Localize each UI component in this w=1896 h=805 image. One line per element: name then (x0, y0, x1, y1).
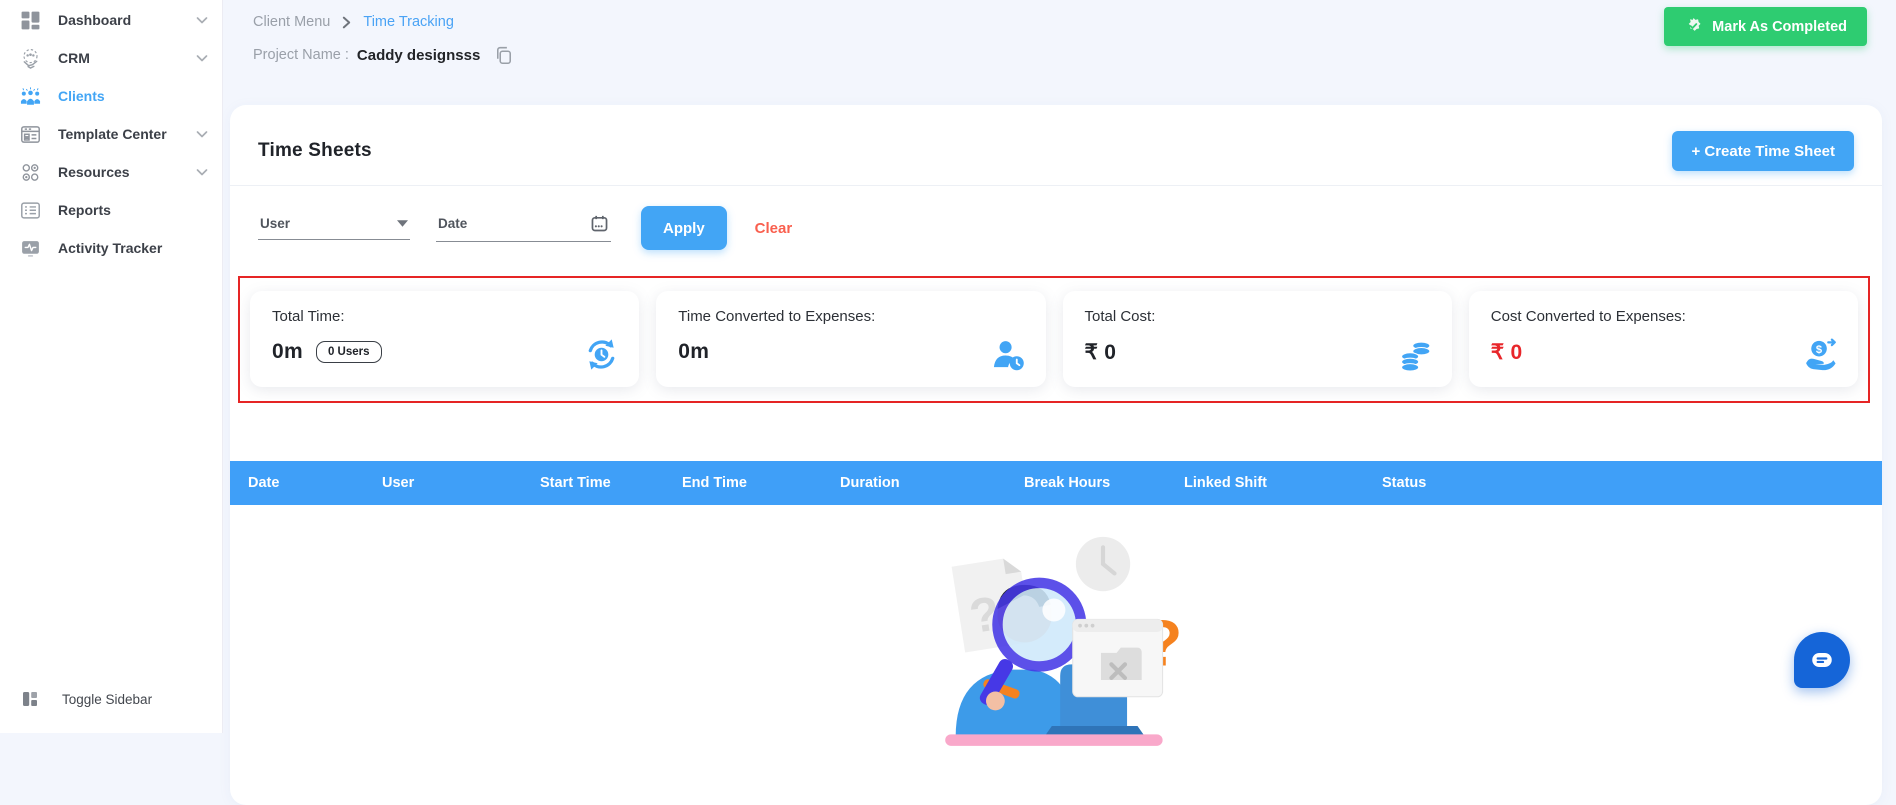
activity-tracker-icon (20, 238, 41, 259)
table-column-header: User (382, 475, 415, 491)
chevron-down-icon (196, 130, 208, 139)
breadcrumb-parent[interactable]: Client Menu (253, 14, 330, 30)
sidebar-item-label: Dashboard (58, 12, 132, 28)
table-column-header: Status (1382, 475, 1427, 491)
chat-icon (1809, 647, 1835, 673)
stat-value: ₹ 0 (1490, 341, 1523, 364)
table-column-header: Start Time (540, 475, 611, 491)
sidebar-item[interactable]: Activity Tracker (0, 229, 222, 267)
sidebar-item-label: Activity Tracker (58, 240, 163, 256)
stats-highlight-group: Total Time: 0m 0 Users Time Converted to… (238, 276, 1870, 403)
top-header: Client Menu Time Tracking Project Name :… (223, 0, 1896, 105)
sidebar-item-label: Reports (58, 202, 111, 218)
sidebar-item-label: Resources (58, 164, 130, 180)
svg-text:$: $ (1816, 344, 1823, 356)
sync-clock-icon (584, 337, 619, 372)
sidebar-item[interactable]: Reports (0, 191, 222, 229)
stat-label: Total Time: (272, 308, 345, 325)
table-header-row: Date User Start Time End Time Duration B… (230, 461, 1882, 505)
sidebar-item-label: Template Center (58, 126, 167, 142)
stat-card: Cost Converted to Expenses: ₹ 0 $ (1468, 291, 1858, 387)
sidebar-item[interactable]: Template Center (0, 115, 222, 153)
chat-widget-button[interactable] (1794, 632, 1850, 688)
table-column-header: Date (248, 475, 280, 491)
template-center-icon (20, 124, 41, 145)
sidebar: Dashboard CRM Clients Template Center Re… (0, 0, 223, 733)
user-select[interactable]: User (258, 216, 410, 240)
stat-card: Total Time: 0m 0 Users (250, 291, 640, 387)
clear-button[interactable]: Clear (755, 220, 793, 237)
reports-icon (20, 200, 41, 221)
crm-icon (20, 48, 41, 69)
filter-bar: User Date Apply Clear (230, 186, 1882, 260)
panel-header: Time Sheets + Create Time Sheet (230, 105, 1882, 185)
no-data-illustration: ? ? (945, 536, 1182, 746)
caret-down-icon (397, 220, 408, 227)
stat-value: ₹ 0 (1084, 341, 1117, 364)
users-count-badge: 0 Users (315, 341, 382, 363)
table-column-header: Break Hours (1024, 475, 1111, 491)
coins-icon (1397, 337, 1432, 372)
resources-icon (20, 162, 41, 183)
chevron-right-icon (342, 16, 351, 29)
date-input[interactable]: Date (436, 214, 611, 242)
stat-label: Total Cost: (1084, 308, 1156, 325)
dashboard-icon (20, 10, 41, 31)
breadcrumb: Client Menu Time Tracking (223, 0, 1896, 30)
toggle-sidebar-label: Toggle Sidebar (62, 691, 153, 707)
toggle-sidebar-icon (20, 689, 40, 709)
sidebar-nav: Dashboard CRM Clients Template Center Re… (0, 0, 222, 267)
sidebar-item[interactable]: Resources (0, 153, 222, 191)
breadcrumb-current: Time Tracking (363, 14, 454, 30)
project-row: Project Name : Caddy designsss (223, 30, 1896, 65)
table-column-header: Duration (840, 475, 900, 491)
hand-dollar-icon: $ (1803, 337, 1838, 372)
project-label: Project Name : (253, 47, 349, 63)
toggle-sidebar-button[interactable]: Toggle Sidebar (20, 689, 152, 709)
chevron-down-icon (196, 54, 208, 63)
stat-label: Cost Converted to Expenses: (1490, 308, 1686, 325)
clients-icon (20, 86, 41, 107)
sidebar-item[interactable]: Clients (0, 77, 222, 115)
sidebar-item[interactable]: Dashboard (0, 1, 222, 39)
stat-value: 0m (272, 340, 303, 363)
user-select-label: User (260, 216, 291, 231)
mark-as-completed-button[interactable]: Mark As Completed (1664, 7, 1867, 46)
page-title: Time Sheets (258, 140, 372, 161)
table-column-header: Linked Shift (1184, 475, 1267, 491)
date-input-label: Date (438, 216, 468, 231)
apply-button[interactable]: Apply (641, 206, 727, 250)
sidebar-item-label: Clients (58, 88, 105, 104)
stat-label: Time Converted to Expenses: (678, 308, 876, 325)
calendar-icon (590, 214, 609, 233)
completed-badge-icon (1684, 17, 1703, 36)
user-clock-icon (991, 337, 1026, 372)
copy-icon[interactable] (494, 45, 514, 65)
sidebar-item[interactable]: CRM (0, 39, 222, 77)
stat-card: Total Cost: ₹ 0 (1062, 291, 1452, 387)
chevron-down-icon (196, 16, 208, 25)
stat-card: Time Converted to Expenses: 0m (656, 291, 1046, 387)
mark-as-completed-label: Mark As Completed (1712, 18, 1847, 35)
table-column-header: End Time (682, 475, 747, 491)
chevron-down-icon (196, 168, 208, 177)
create-time-sheet-button[interactable]: + Create Time Sheet (1672, 131, 1854, 171)
time-sheets-panel: Time Sheets + Create Time Sheet User Dat… (230, 105, 1882, 805)
sidebar-item-label: CRM (58, 50, 90, 66)
empty-state-illustration: ? ? (230, 505, 1882, 749)
stat-value: 0m (678, 340, 710, 363)
project-name: Caddy designsss (356, 46, 481, 64)
